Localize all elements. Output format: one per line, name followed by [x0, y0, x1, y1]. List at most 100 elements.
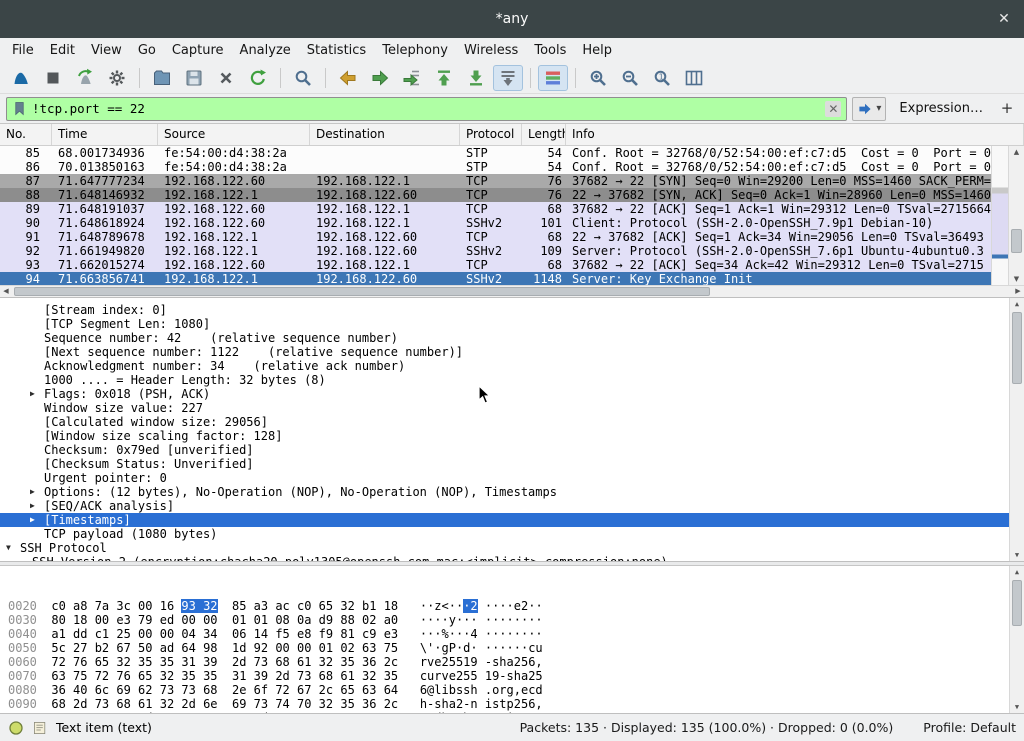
scroll-up-icon[interactable]: ▲	[1010, 566, 1024, 578]
packet-row-85[interactable]: 8568.001734936fe:54:00:d4:38:2aSTP54Conf…	[0, 146, 991, 160]
find-packet-button[interactable]	[288, 65, 318, 91]
hex-row-0040[interactable]: 0040 a1 dd c1 25 00 00 04 34 06 14 f5 e8…	[8, 627, 1024, 641]
scroll-down-icon[interactable]: ▼	[1009, 273, 1024, 285]
resize-columns-button[interactable]	[679, 65, 709, 91]
detail-line[interactable]: ▶[Timestamps]	[0, 513, 1024, 527]
detail-line[interactable]: TCP payload (1080 bytes)	[0, 527, 1024, 541]
detail-line[interactable]: Sequence number: 42 (relative sequence n…	[0, 331, 1024, 345]
packet-row-93[interactable]: 9371.662015274192.168.122.60192.168.122.…	[0, 258, 991, 272]
packet-row-92[interactable]: 9271.661949820192.168.122.1192.168.122.6…	[0, 244, 991, 258]
restart-capture-button[interactable]	[70, 65, 100, 91]
hex-row-0080[interactable]: 0080 36 40 6c 69 62 73 73 68 2e 6f 72 67…	[8, 683, 1024, 697]
column-header-time[interactable]: Time	[52, 124, 158, 145]
expander-open-icon[interactable]: ▼	[6, 541, 20, 555]
filter-input[interactable]	[32, 101, 820, 116]
detail-line[interactable]: Window size value: 227	[0, 401, 1024, 415]
expression-button[interactable]: Expression…	[891, 101, 991, 116]
go-back-button[interactable]	[333, 65, 363, 91]
detail-line[interactable]: [Checksum Status: Unverified]	[0, 457, 1024, 471]
add-filter-button[interactable]: +	[996, 98, 1018, 120]
zoom-original-button[interactable]: 1	[647, 65, 677, 91]
expander-closed-icon[interactable]: ▶	[30, 513, 44, 527]
bookmark-icon[interactable]	[12, 101, 27, 116]
hex-vscrollbar[interactable]: ▲ ▼	[1009, 566, 1024, 713]
menu-view[interactable]: View	[83, 40, 130, 61]
packet-row-94[interactable]: 9471.663856741192.168.122.1192.168.122.6…	[0, 272, 991, 285]
column-header-length[interactable]: Length	[522, 124, 566, 145]
menu-capture[interactable]: Capture	[164, 40, 232, 61]
hex-row-00a0[interactable]: 00a0 65 63 64 68 2d 73 68 61 32 2d 6e 69…	[8, 711, 1024, 714]
detail-line[interactable]: [Next sequence number: 1122 (relative se…	[0, 345, 1024, 359]
scroll-thumb[interactable]	[1012, 312, 1022, 384]
column-header-info[interactable]: Info	[566, 124, 1024, 145]
hex-row-0070[interactable]: 0070 63 75 72 76 65 32 35 35 31 39 2d 73…	[8, 669, 1024, 683]
capture-comment-icon[interactable]	[32, 720, 48, 736]
expander-closed-icon[interactable]: ▶	[30, 485, 44, 499]
filter-clear-icon[interactable]: ✕	[825, 101, 841, 117]
scroll-left-icon[interactable]: ◀	[0, 286, 12, 297]
scroll-up-icon[interactable]: ▲	[1009, 146, 1024, 158]
column-header-protocol[interactable]: Protocol	[460, 124, 522, 145]
go-to-packet-button[interactable]	[397, 65, 427, 91]
reload-button[interactable]	[243, 65, 273, 91]
title-bar[interactable]: *any ✕	[0, 0, 1024, 38]
menu-analyze[interactable]: Analyze	[232, 40, 299, 61]
expander-closed-icon[interactable]: ▶	[30, 387, 44, 401]
details-vscrollbar[interactable]: ▲ ▼	[1009, 298, 1024, 561]
go-first-button[interactable]	[429, 65, 459, 91]
menu-go[interactable]: Go	[130, 40, 164, 61]
hex-row-0090[interactable]: 0090 68 2d 73 68 61 32 2d 6e 69 73 74 70…	[8, 697, 1024, 711]
packet-row-86[interactable]: 8670.013850163fe:54:00:d4:38:2aSTP54Conf…	[0, 160, 991, 174]
hex-row-0020[interactable]: 0020 c0 a8 7a 3c 00 16 93 32 85 a3 ac c0…	[8, 599, 1024, 613]
save-file-button[interactable]	[179, 65, 209, 91]
column-header-destination[interactable]: Destination	[310, 124, 460, 145]
packet-row-91[interactable]: 9171.648789678192.168.122.1192.168.122.6…	[0, 230, 991, 244]
column-header-no[interactable]: No.	[0, 124, 52, 145]
detail-line[interactable]: SSH Version 2 (encryption:chacha20-poly1…	[0, 555, 1024, 562]
hex-row-0050[interactable]: 0050 5c 27 b2 67 50 ad 64 98 1d 92 00 00…	[8, 641, 1024, 655]
capture-options-button[interactable]	[102, 65, 132, 91]
packet-row-89[interactable]: 8971.648191037192.168.122.60192.168.122.…	[0, 202, 991, 216]
scroll-down-icon[interactable]: ▼	[1010, 701, 1024, 713]
go-last-button[interactable]	[461, 65, 491, 91]
zoom-out-button[interactable]	[615, 65, 645, 91]
go-forward-button[interactable]	[365, 65, 395, 91]
start-capture-button[interactable]	[6, 65, 36, 91]
detail-line[interactable]: Urgent pointer: 0	[0, 471, 1024, 485]
filter-apply-button[interactable]: ▾	[852, 97, 886, 121]
status-profile[interactable]: Profile: Default	[901, 720, 1016, 735]
detail-line[interactable]: [TCP Segment Len: 1080]	[0, 317, 1024, 331]
hex-row-0030[interactable]: 0030 80 18 00 e3 79 ed 00 00 01 01 08 0a…	[8, 613, 1024, 627]
close-file-button[interactable]	[211, 65, 241, 91]
menu-help[interactable]: Help	[574, 40, 620, 61]
filter-field[interactable]: ✕	[6, 97, 847, 121]
packet-row-90[interactable]: 9071.648618924192.168.122.60192.168.122.…	[0, 216, 991, 230]
packet-list-vscrollbar[interactable]: ▲ ▼	[1008, 146, 1024, 285]
scroll-right-icon[interactable]: ▶	[1012, 286, 1024, 297]
packet-row-88[interactable]: 8871.648146932192.168.122.1192.168.122.6…	[0, 188, 991, 202]
filter-dropdown-caret-icon[interactable]: ▾	[876, 103, 881, 114]
menu-statistics[interactable]: Statistics	[299, 40, 374, 61]
scroll-up-icon[interactable]: ▲	[1010, 298, 1024, 310]
scroll-down-icon[interactable]: ▼	[1010, 549, 1024, 561]
detail-line[interactable]: Acknowledgment number: 34 (relative ack …	[0, 359, 1024, 373]
detail-line[interactable]: [Calculated window size: 29056]	[0, 415, 1024, 429]
stop-capture-button[interactable]	[38, 65, 68, 91]
close-window-button[interactable]: ✕	[995, 10, 1013, 28]
expander-closed-icon[interactable]: ▶	[30, 499, 44, 513]
menu-telephony[interactable]: Telephony	[374, 40, 456, 61]
auto-scroll-button[interactable]	[493, 65, 523, 91]
colorize-button[interactable]	[538, 65, 568, 91]
packet-row-87[interactable]: 8771.647777234192.168.122.60192.168.122.…	[0, 174, 991, 188]
menu-edit[interactable]: Edit	[42, 40, 83, 61]
column-header-source[interactable]: Source	[158, 124, 310, 145]
zoom-in-button[interactable]	[583, 65, 613, 91]
detail-line[interactable]: ▶[SEQ/ACK analysis]	[0, 499, 1024, 513]
menu-tools[interactable]: Tools	[526, 40, 574, 61]
detail-line[interactable]: [Window size scaling factor: 128]	[0, 429, 1024, 443]
hscroll-thumb[interactable]	[14, 287, 710, 296]
detail-line[interactable]: ▶Flags: 0x018 (PSH, ACK)	[0, 387, 1024, 401]
detail-line[interactable]: Checksum: 0x79ed [unverified]	[0, 443, 1024, 457]
hex-row-0060[interactable]: 0060 72 76 65 32 35 35 31 39 2d 73 68 61…	[8, 655, 1024, 669]
menu-file[interactable]: File	[4, 40, 42, 61]
